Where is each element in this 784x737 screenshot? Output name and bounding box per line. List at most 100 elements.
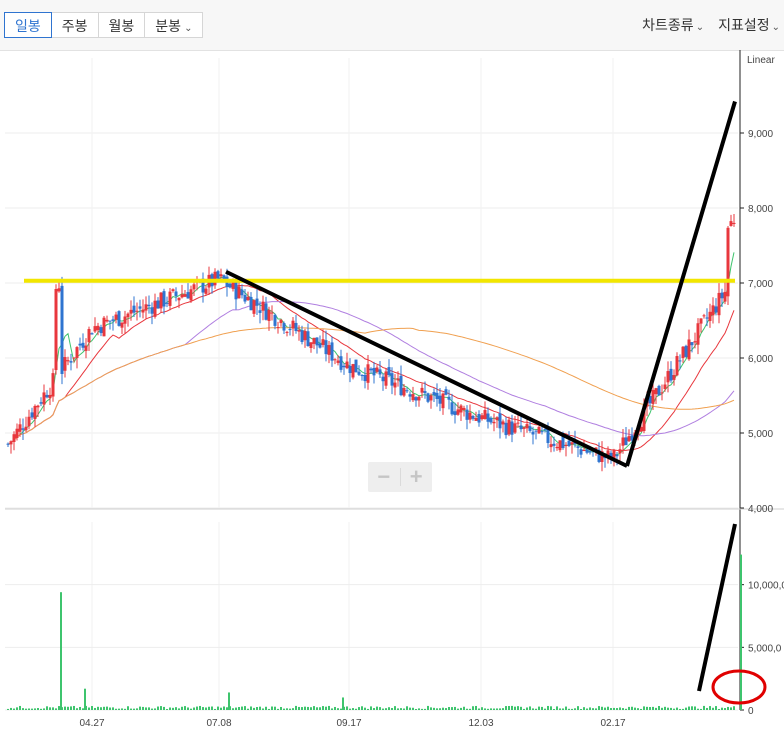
candle-body [156,300,160,309]
volume-bar [130,708,132,710]
candle-body [696,323,700,345]
volume-bar [109,707,111,710]
tab-daily[interactable]: 일봉 [4,12,52,38]
indicator-settings-dropdown[interactable]: 지표설정 ⌄ [718,12,780,41]
volume-bar [430,707,432,710]
volume-bar [661,707,663,710]
candle-body [186,292,190,299]
zoom-in-button[interactable]: + [400,462,432,492]
volume-bar [118,708,120,710]
candle-body [105,319,109,322]
candle-body [303,330,307,341]
volume-bar [592,708,594,710]
candle-body [321,339,325,345]
candle-body [468,412,472,420]
chart-type-dropdown[interactable]: 차트종류 ⌄ [642,12,704,41]
highlight-circle [711,669,767,705]
volume-bar [160,706,162,710]
volume-bar [349,708,351,710]
candle-body [366,364,370,383]
candle-body [99,327,103,334]
candle-body [459,405,463,413]
volume-bar [610,708,612,710]
candle-body [531,431,535,435]
volume-bar [211,706,213,710]
candle-body [378,369,382,375]
candle-body [42,392,46,405]
volume-bar [187,707,189,710]
price-tick-label: 5,000 [748,429,773,440]
candle-body [300,330,304,342]
volume-bar [364,707,366,710]
tab-weekly[interactable]: 주봉 [50,12,99,38]
zoom-out-button[interactable]: − [368,462,400,492]
volume-bar [448,706,450,710]
candle-body [702,315,706,317]
candle-body [372,367,376,376]
volume-bar [112,707,114,710]
volume-bar [52,707,54,710]
zoom-control: − + [368,462,432,492]
candle-body [681,346,685,359]
candle-body [699,318,703,324]
volume-bar [598,706,600,710]
candle-body [30,412,34,418]
candle-body [717,292,721,316]
volume-bar [19,705,21,710]
candle-body [579,449,583,455]
volume-bar [253,707,255,710]
volume-bar [250,706,252,710]
candle-body [549,444,553,448]
chart-settings-menu: 차트종류 ⌄ 지표설정 ⌄ [642,12,780,41]
candle-body [426,393,430,402]
volume-bar [418,708,420,710]
volume-bar [583,707,585,710]
volume-bar [718,708,720,710]
candle-body [588,451,592,453]
volume-bar [655,707,657,710]
volume-bar [142,706,144,710]
volume-bar [601,706,603,710]
volume-bar [424,708,426,710]
downtrend-line [225,269,628,468]
volume-bar [658,705,660,710]
volume-bar [205,707,207,710]
volume-bar [64,706,66,710]
candle-body [561,436,565,449]
volume-bar [145,707,147,710]
volume-bar [421,708,423,710]
candle-body [261,301,265,311]
candle-body [27,416,31,427]
date-tick-label: 12.03 [468,718,493,729]
candle-body [669,368,673,381]
candle-body [93,326,97,332]
volume-bar [673,708,675,710]
volume-bar [295,705,297,710]
candle-body [369,368,373,371]
volume-bar [688,706,690,710]
candle-body [405,390,409,392]
tab-monthly[interactable]: 월봉 [97,12,146,38]
volume-bar [538,706,540,710]
candle-body [714,306,718,313]
volume-bar [151,708,153,710]
volume-bar [649,707,651,710]
candle-body [273,314,277,326]
candle-body [315,337,319,346]
volume-bar [490,708,492,710]
volume-bar [286,708,288,710]
price-tick-label: 8,000 [748,204,773,215]
volume-bar [79,706,81,710]
volume-bar [313,706,315,710]
candle-body [9,441,13,445]
volume-bar [22,708,24,710]
tab-minute[interactable]: 분봉 ⌄ [144,12,204,38]
volume-bar [679,708,681,710]
stock-chart[interactable]: Linear 9,000 8,000 7,000 6,000 5,000 4,000 10… [0,50,784,737]
candle-body [657,385,661,396]
candle-body [678,360,682,362]
volume-bar [217,706,219,710]
candle-body [237,286,241,299]
candle-body [45,394,49,398]
volume-bar [25,708,27,710]
